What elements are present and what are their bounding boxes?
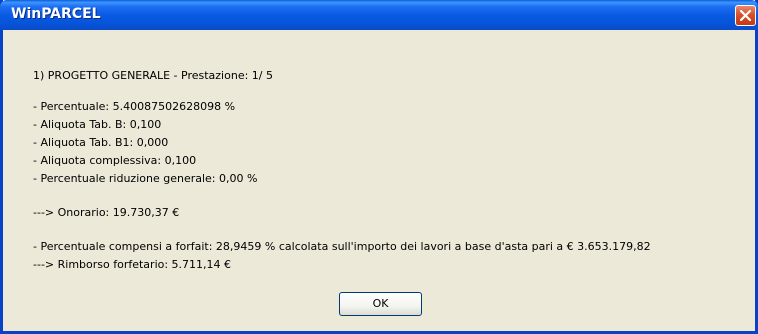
aliquota-b-text: - Aliquota Tab. B: 0,100 bbox=[33, 118, 162, 131]
close-x-icon bbox=[740, 10, 751, 21]
percentuale-text: - Percentuale: 5.40087502628098 % bbox=[33, 100, 236, 113]
rimborso-text: ---> Rimborso forfetario: 5.711,14 € bbox=[33, 258, 232, 271]
ok-button[interactable]: OK bbox=[339, 292, 422, 316]
title-bar[interactable]: WinPARCEL bbox=[0, 0, 758, 30]
dialog-window: WinPARCEL 1) PROGETTO GENERALE - Prestaz… bbox=[0, 0, 758, 334]
aliquota-b1-text: - Aliquota Tab. B1: 0,000 bbox=[33, 136, 169, 149]
close-button[interactable] bbox=[735, 5, 756, 26]
riduzione-text: - Percentuale riduzione generale: 0,00 % bbox=[33, 172, 258, 185]
onorario-text: ---> Onorario: 19.730,37 € bbox=[33, 206, 180, 219]
aliquota-complessiva-text: - Aliquota complessiva: 0,100 bbox=[33, 154, 197, 167]
heading-text: 1) PROGETTO GENERALE - Prestazione: 1/ 5 bbox=[33, 69, 273, 82]
compensi-forfait-text: - Percentuale compensi a forfait: 28,945… bbox=[33, 240, 651, 253]
window-title: WinPARCEL bbox=[11, 6, 101, 22]
